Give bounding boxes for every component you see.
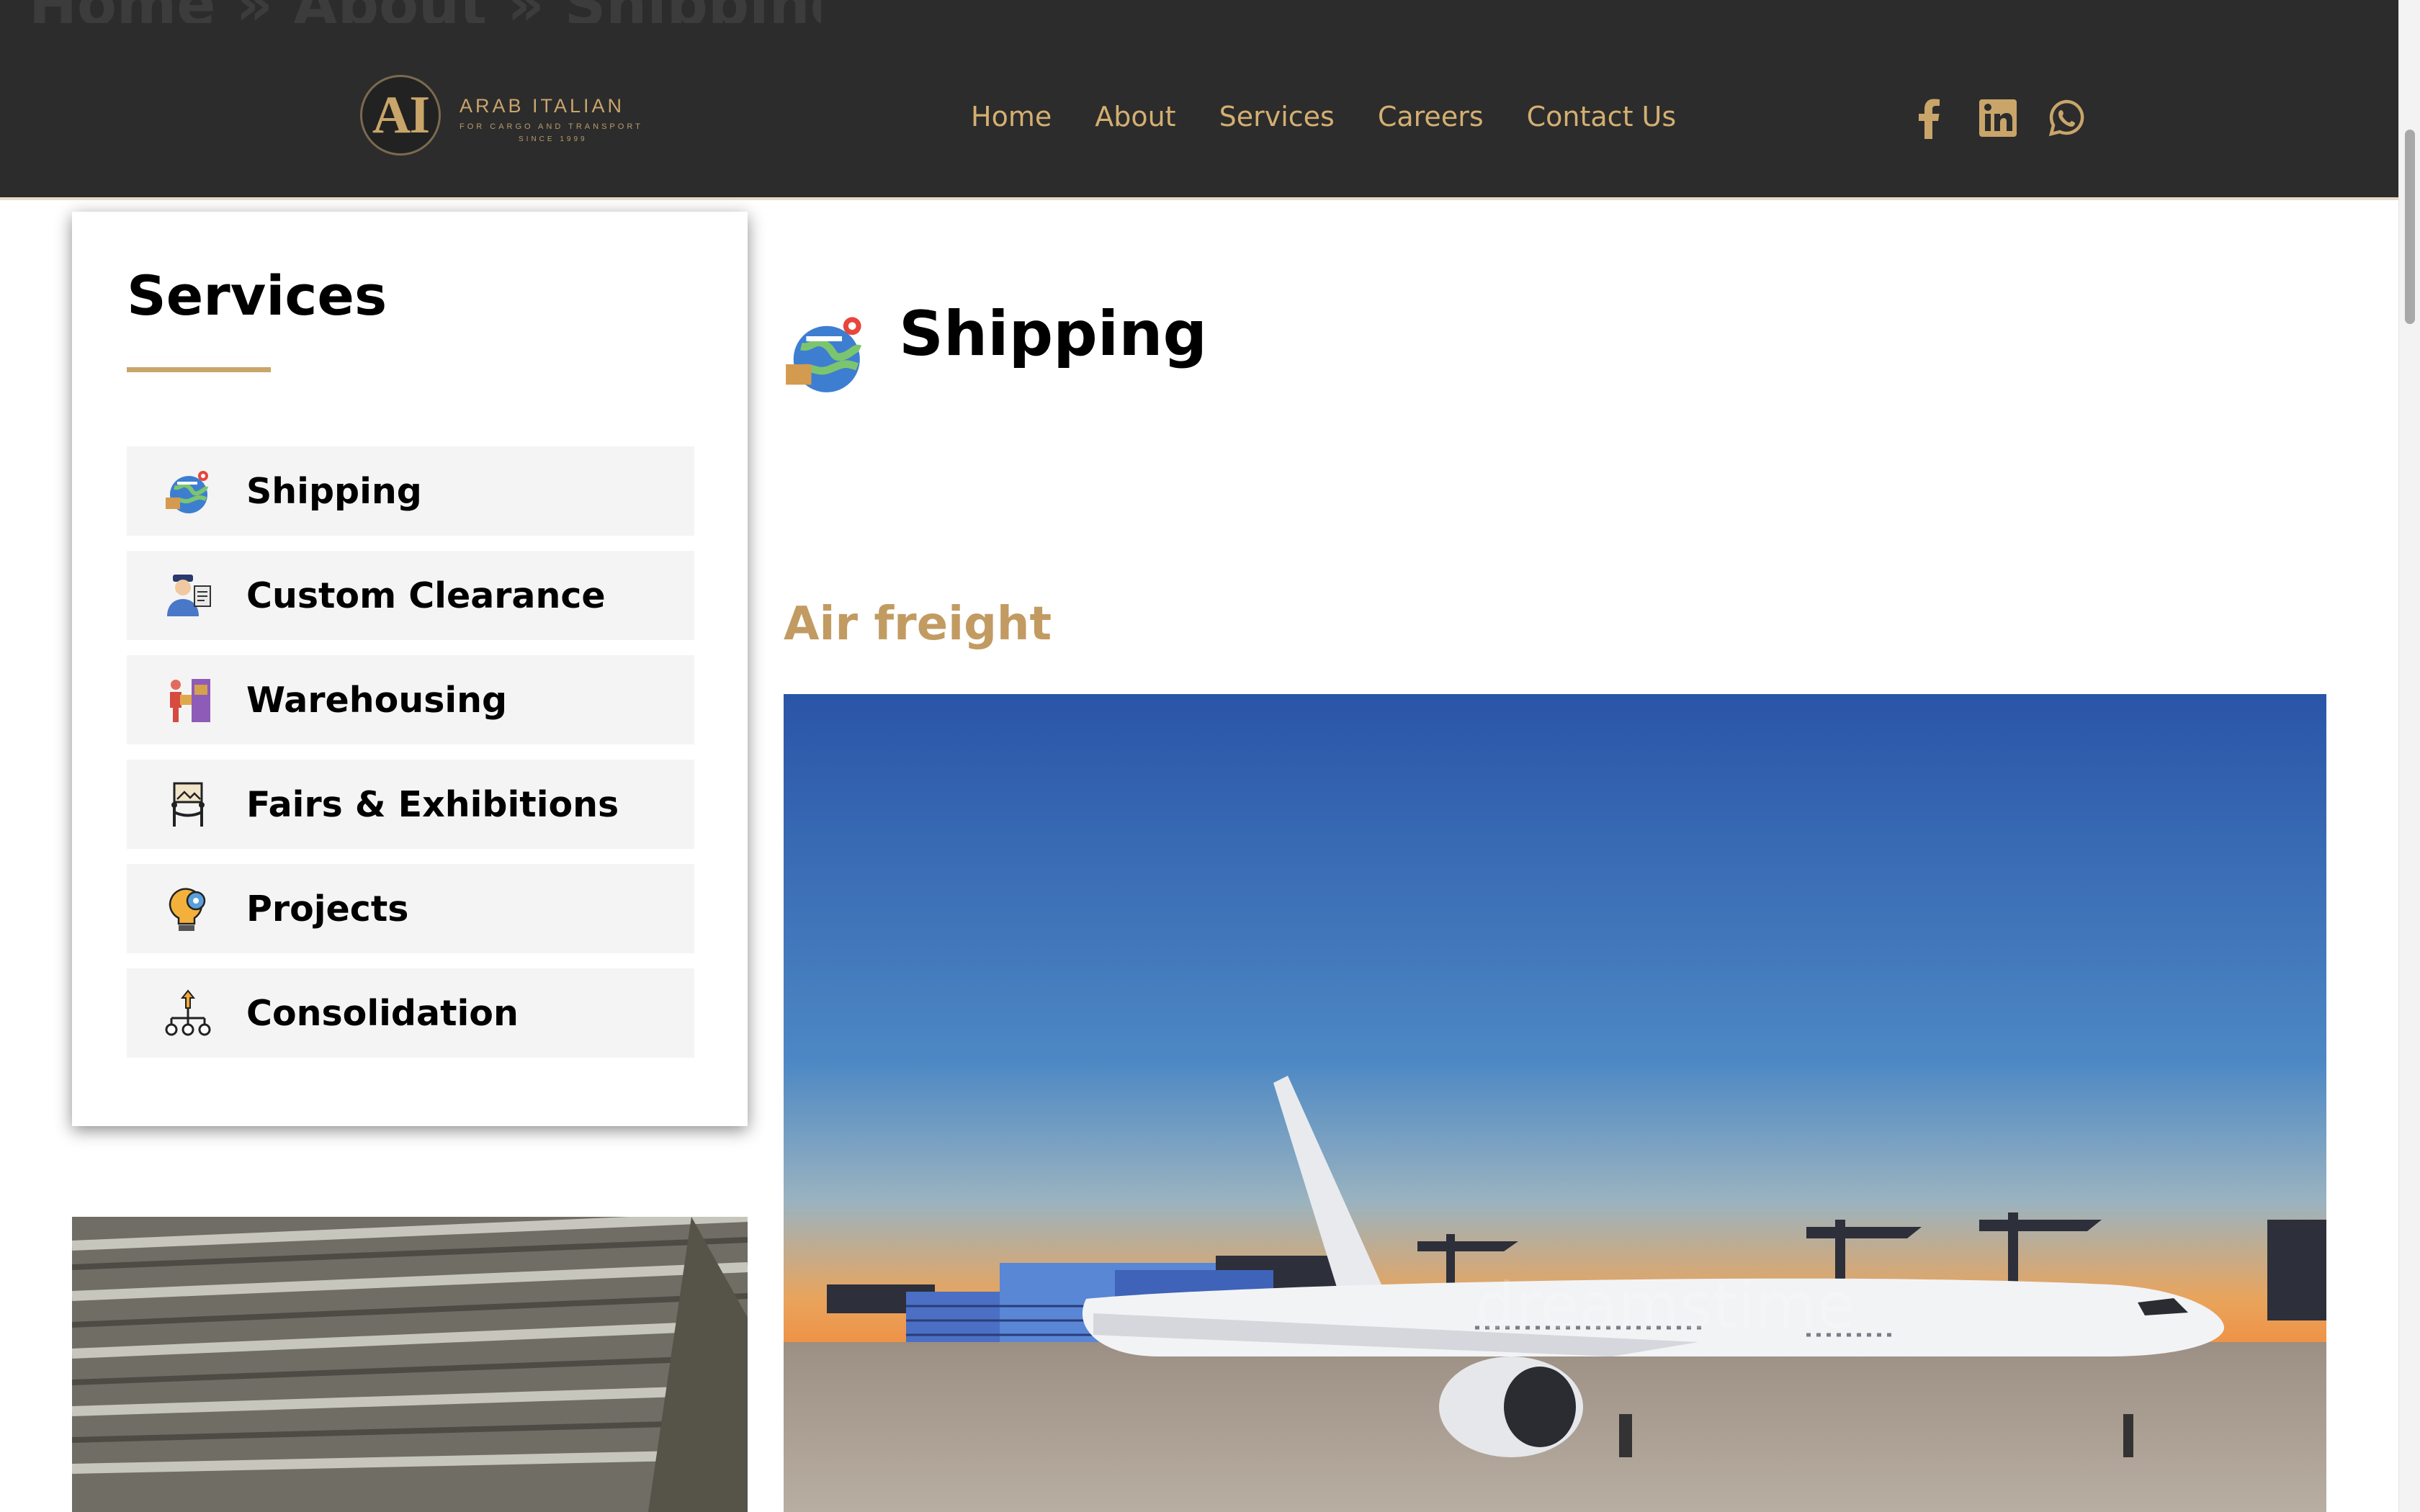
service-label: Warehousing	[246, 679, 508, 721]
breadcrumb-ghost: Home » About » Shipping	[29, 0, 821, 23]
warehouse-worker-icon	[161, 673, 215, 726]
nav-home[interactable]: Home	[971, 101, 1052, 132]
service-label: Fairs & Exhibitions	[246, 783, 619, 825]
title-underline	[127, 367, 271, 372]
image-watermark: dreamstime	[1475, 1269, 1856, 1343]
services-sidebar: Services Shipping Custom Clearance Wareh…	[72, 212, 748, 1126]
nav-careers[interactable]: Careers	[1378, 101, 1484, 132]
services-list: Shipping Custom Clearance Warehousing Fa…	[127, 446, 694, 1073]
main-nav: Home About Services Careers Contact Us	[971, 101, 1676, 132]
service-item-consolidation[interactable]: Consolidation	[127, 968, 694, 1058]
globe-shipping-icon	[161, 464, 215, 518]
sidebar-title: Services	[127, 264, 387, 328]
service-label: Custom Clearance	[246, 575, 606, 616]
logo[interactable]: AI ARAB ITALIAN FOR CARGO AND TRANSPORT …	[360, 72, 663, 166]
service-item-fairs-exhibitions[interactable]: Fairs & Exhibitions	[127, 760, 694, 849]
globe-shipping-icon	[781, 308, 870, 397]
social-links	[1909, 96, 2087, 140]
nav-services[interactable]: Services	[1219, 101, 1335, 132]
logo-monogram: AI	[372, 85, 430, 145]
logo-emblem: AI	[360, 75, 441, 156]
page-scrollbar[interactable]	[2398, 0, 2420, 1512]
service-label: Projects	[246, 888, 409, 930]
network-hierarchy-icon	[161, 986, 215, 1040]
exhibition-stand-icon	[161, 778, 215, 831]
whatsapp-icon[interactable]	[2047, 96, 2087, 140]
nav-about[interactable]: About	[1095, 101, 1175, 132]
logo-since: SINCE 1999	[519, 135, 588, 143]
service-item-custom-clearance[interactable]: Custom Clearance	[127, 551, 694, 640]
scrollbar-thumb[interactable]	[2405, 130, 2415, 324]
warehouse-image	[72, 1217, 748, 1512]
nav-contact[interactable]: Contact Us	[1527, 101, 1677, 132]
section-heading: Air freight	[784, 598, 1052, 651]
service-label: Shipping	[246, 470, 422, 512]
page-title: Shipping	[899, 298, 1208, 370]
site-header: Home » About » Shipping AI ARAB ITALIAN …	[0, 0, 2398, 200]
lightbulb-gear-icon	[161, 882, 215, 935]
service-item-shipping[interactable]: Shipping	[127, 446, 694, 536]
logo-tagline: FOR CARGO AND TRANSPORT	[460, 122, 643, 131]
linkedin-icon[interactable]	[1978, 96, 2018, 140]
service-label: Consolidation	[246, 992, 519, 1034]
customs-officer-icon	[161, 569, 215, 622]
service-item-warehousing[interactable]: Warehousing	[127, 655, 694, 744]
air-freight-image: dreamstime	[784, 694, 2326, 1512]
service-item-projects[interactable]: Projects	[127, 864, 694, 953]
facebook-icon[interactable]	[1909, 96, 1949, 140]
logo-name: ARAB ITALIAN	[460, 95, 625, 117]
